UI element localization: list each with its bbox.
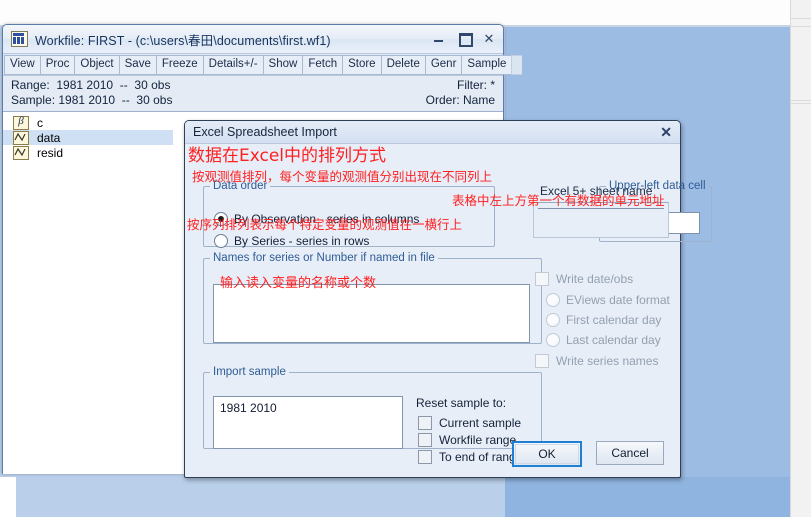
right-side-panel: [790, 0, 811, 517]
ok-button[interactable]: OK: [512, 441, 582, 467]
radio-label: By Observation - series in columns: [234, 212, 420, 226]
cancel-button[interactable]: Cancel: [596, 441, 664, 465]
desktop-background-bottom-right: [505, 477, 790, 517]
checkbox-icon: [535, 354, 549, 368]
checkbox-label: Write series names: [556, 354, 659, 368]
radio-eviews-date-format[interactable]: EViews date format: [546, 293, 670, 307]
checkbox-workfile-range[interactable]: Workfile range: [418, 433, 516, 447]
toolbar-button-genr[interactable]: Genr: [424, 55, 463, 75]
radio-by-series[interactable]: By Series - series in rows: [214, 234, 369, 248]
toolbar-group-file: Save Freeze Details+/-: [118, 55, 264, 75]
checkbox-label: To end of range: [439, 450, 523, 464]
input-underline: [538, 208, 664, 209]
range-row: Range: 1981 2010 -- 30 obs Filter: *: [11, 78, 495, 93]
import-sample-legend: Import sample: [213, 366, 286, 378]
excel-import-dialog: Excel Spreadsheet Import ✕ Data order By…: [184, 120, 712, 478]
filter-label: Filter: *: [456, 78, 495, 92]
radio-label: By Series - series in rows: [234, 234, 370, 248]
cancel-button-label: Cancel: [611, 446, 649, 460]
checkbox-label: Write date/obs: [556, 272, 634, 286]
data-order-legend: Data order: [213, 180, 268, 192]
rail-divider: [791, 18, 811, 19]
radio-indicator-icon: [214, 234, 228, 248]
workfile-range-bar: Range: 1981 2010 -- 30 obs Filter: * Sam…: [3, 76, 503, 112]
range-label: Range: 1981 2010 -- 30 obs: [11, 78, 171, 92]
rail-divider: [791, 103, 811, 104]
checkbox-to-end-of-range[interactable]: To end of range: [418, 450, 522, 464]
radio-first-calendar-day[interactable]: First calendar day: [546, 313, 661, 327]
workfile-title: Workfile: FIRST - (c:\users\春田\documents…: [35, 33, 331, 48]
radio-label: First calendar day: [566, 313, 662, 327]
reset-sample-label: Reset sample to:: [416, 396, 507, 410]
toolbar-group-view: View Proc Object: [4, 55, 120, 75]
toolbar-button-show[interactable]: Show: [262, 55, 304, 75]
checkbox-icon: [418, 416, 432, 430]
list-item-label: c: [37, 115, 43, 130]
sample-row: Sample: 1981 2010 -- 30 obs Order: Name: [11, 93, 495, 108]
names-for-series-input[interactable]: [213, 284, 530, 343]
checkbox-label: Current sample: [439, 416, 522, 430]
toolbar-button-details[interactable]: Details+/-: [202, 55, 264, 75]
list-item-label: data: [37, 130, 61, 145]
checkbox-label: Workfile range: [439, 433, 517, 447]
desktop-top-strip: [0, 0, 790, 27]
workfile-toolbar: View Proc Object Save Freeze Details+/- …: [3, 54, 523, 76]
toolbar-button-save[interactable]: Save: [118, 55, 157, 75]
checkbox-write-date-obs[interactable]: Write date/obs: [535, 272, 633, 286]
dialog-body: Data order By Observation - series in co…: [185, 144, 712, 478]
focus-ring: [515, 444, 579, 464]
workfile-titlebar[interactable]: Workfile: FIRST - (c:\users\春田\documents…: [3, 25, 503, 54]
toolbar-button-freeze[interactable]: Freeze: [155, 55, 204, 75]
checkbox-current-sample[interactable]: Current sample: [418, 416, 521, 430]
close-icon[interactable]: ✕: [660, 123, 672, 141]
toolbar-button-sample[interactable]: Sample: [461, 55, 513, 75]
import-sample-input[interactable]: 1981 2010: [213, 396, 403, 449]
toolbar-button-object[interactable]: Object: [74, 55, 120, 75]
toolbar-button-view[interactable]: View: [4, 55, 41, 75]
coefficient-beta-icon: [13, 115, 29, 130]
toolbar-button-store[interactable]: Store: [342, 55, 382, 75]
sheet-name-label: Excel 5+ sheet name: [540, 184, 653, 198]
checkbox-icon: [535, 272, 549, 286]
list-item-label: resid: [37, 145, 64, 160]
radio-label: Last calendar day: [566, 333, 661, 347]
dialog-title: Excel Spreadsheet Import: [193, 125, 337, 139]
radio-by-observation[interactable]: By Observation - series in columns: [214, 212, 419, 226]
radio-indicator-icon: [546, 333, 560, 347]
data-order-group: Data order By Observation - series in co…: [203, 180, 495, 248]
radio-indicator-icon: [546, 313, 560, 327]
import-sample-group: Import sample 1981 2010 Reset sample to:…: [203, 366, 542, 464]
rail-divider: [791, 26, 811, 27]
radio-indicator-icon: [214, 212, 228, 226]
desktop-bottom-left-strip: [0, 477, 16, 517]
series-graph-icon: [13, 130, 29, 145]
toolbar-filler: [511, 55, 523, 75]
radio-label: EViews date format: [566, 293, 670, 307]
toolbar-button-fetch[interactable]: Fetch: [302, 55, 344, 75]
series-graph-icon: [13, 145, 29, 160]
names-for-series-group: Names for series or Number if named in f…: [203, 252, 542, 344]
names-for-series-legend: Names for series or Number if named in f…: [213, 252, 435, 264]
checkbox-icon: [418, 450, 432, 464]
maximize-icon[interactable]: [456, 30, 473, 47]
sample-label: Sample: 1981 2010 -- 30 obs: [11, 93, 173, 107]
dialog-titlebar[interactable]: Excel Spreadsheet Import ✕: [185, 121, 680, 144]
list-item-data[interactable]: data: [3, 130, 173, 145]
screen: Workfile: FIRST - (c:\users\春田\documents…: [0, 0, 811, 517]
toolbar-group-object: Show Fetch Store Delete Genr Sample: [262, 55, 513, 75]
workfile-grid-icon: [11, 31, 28, 47]
toolbar-button-proc[interactable]: Proc: [39, 55, 76, 75]
checkbox-icon: [418, 433, 432, 447]
checkbox-write-series-names[interactable]: Write series names: [535, 354, 658, 368]
order-label: Order: Name: [425, 93, 495, 107]
toolbar-button-delete[interactable]: Delete: [380, 55, 426, 75]
close-icon[interactable]: ✕: [481, 30, 497, 46]
rail-divider: [791, 100, 811, 101]
sheet-name-input[interactable]: [533, 202, 669, 238]
window-controls: ✕: [431, 30, 497, 47]
radio-last-calendar-day[interactable]: Last calendar day: [546, 333, 661, 347]
minimize-icon[interactable]: [431, 30, 447, 46]
radio-indicator-icon: [546, 293, 560, 307]
